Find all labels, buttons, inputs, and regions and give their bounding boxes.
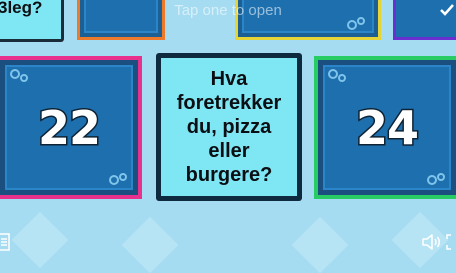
volume-icon[interactable] <box>422 234 442 250</box>
menu-icon[interactable] <box>0 233 10 251</box>
question-text: Hva foretrekker du, pizza eller burgere? <box>176 68 282 186</box>
card-number: 22 <box>36 99 102 156</box>
card-number: 24 <box>354 99 420 156</box>
swirl-icon <box>427 173 445 185</box>
swirl-icon <box>328 69 346 82</box>
card-24[interactable]: 24 <box>314 56 456 199</box>
swirl-icon <box>109 173 127 185</box>
card-22[interactable]: 22 <box>0 56 142 199</box>
card-open-question[interactable]: Hva foretrekker du, pizza eller burgere? <box>156 53 302 201</box>
tap-hint: Tap one to open <box>174 2 282 19</box>
swirl-icon <box>10 69 28 82</box>
fullscreen-icon[interactable] <box>446 234 456 250</box>
